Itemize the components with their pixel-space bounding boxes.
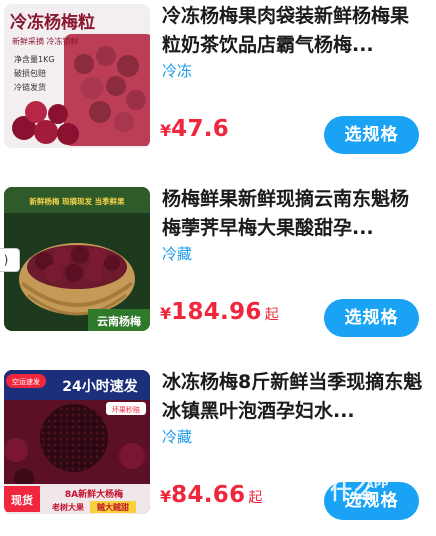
price-value: 47.6 xyxy=(171,116,230,142)
storage-tag: 冷冻 xyxy=(162,62,193,80)
image-heading: 冷冻杨梅粒 xyxy=(10,12,95,33)
fresh-bayberry-basket-image: 新鲜杨梅 现摘现发 当季鲜果 云南杨梅 xyxy=(4,187,150,331)
product-image[interactable]: 冷冻杨梅粒 新鲜采摘 冷冻锁鲜 净含量1KG 破损包赔 冷链发货 xyxy=(4,4,150,148)
image-bullet: 净含量1KG xyxy=(14,54,55,64)
price-suffix: 起 xyxy=(264,307,279,323)
select-spec-button[interactable]: 选规格 xyxy=(324,299,419,337)
image-bullet: 冷链发货 xyxy=(14,82,46,92)
product-list: 冷冻杨梅粒 新鲜采摘 冷冻锁鲜 净含量1KG 破损包赔 冷链发货 冷冻杨梅果肉袋… xyxy=(0,0,436,536)
product-card[interactable]: 冷冻杨梅粒 新鲜采摘 冷冻锁鲜 净含量1KG 破损包赔 冷链发货 冷冻杨梅果肉袋… xyxy=(0,0,436,160)
image-headline: 24小时速发 xyxy=(62,378,138,395)
image-badge: 空运速发 xyxy=(12,377,40,386)
price-value: 184.96 xyxy=(171,299,262,325)
product-title[interactable]: 杨梅鲜果新鲜现摘云南东魁杨梅荸荠早梅大果酸甜孕... xyxy=(162,185,424,243)
product-card[interactable]: 新鲜杨梅 现摘现发 当季鲜果 云南杨梅 杨梅鲜果新鲜现摘云南东魁杨梅荸荠早梅大果… xyxy=(0,183,436,343)
product-image[interactable]: 空运速发 24小时速发 坏果秒赔 现货 8A新鲜大杨梅 老树大果 贼大贼甜 xyxy=(4,370,150,514)
image-stock: 现货 xyxy=(11,493,33,507)
select-spec-button[interactable]: 选规格 xyxy=(324,116,419,154)
product-image[interactable]: 新鲜杨梅 现摘现发 当季鲜果 云南杨梅 xyxy=(4,187,150,331)
storage-tag: 冷藏 xyxy=(162,245,193,263)
currency-symbol: ¥ xyxy=(160,304,172,323)
image-banner: 新鲜杨梅 现摘现发 当季鲜果 xyxy=(29,196,125,206)
image-line2b: 贼大贼甜 xyxy=(96,502,129,512)
image-corner-label: 云南杨梅 xyxy=(97,314,141,328)
product-price: ¥184.96 起 xyxy=(160,299,279,325)
price-suffix: 起 xyxy=(248,490,263,506)
product-title[interactable]: 冷冻杨梅果肉袋装新鲜杨梅果粒奶茶饮品店霸气杨梅... xyxy=(162,2,424,60)
price-value: 84.66 xyxy=(171,482,246,508)
image-line2a: 老树大果 xyxy=(51,502,84,512)
edge-popup[interactable]: ) xyxy=(0,248,20,272)
product-price: ¥84.66 起 xyxy=(160,482,262,508)
frozen-bayberry-image: 冷冻杨梅粒 新鲜采摘 冷冻锁鲜 净含量1KG 破损包赔 冷链发货 xyxy=(4,4,150,148)
currency-symbol: ¥ xyxy=(160,487,172,506)
image-sub: 坏果秒赔 xyxy=(112,405,140,414)
image-bullet: 破损包赔 xyxy=(14,68,46,78)
product-price: ¥47.6 xyxy=(160,116,232,142)
image-sub: 新鲜采摘 冷冻锁鲜 xyxy=(12,36,79,46)
iced-bayberry-image: 空运速发 24小时速发 坏果秒赔 现货 8A新鲜大杨梅 老树大果 贼大贼甜 xyxy=(4,370,150,514)
product-title[interactable]: 冰冻杨梅8斤新鲜当季现摘东魁冰镇黑叶泡酒孕妇水... xyxy=(162,368,424,426)
app-watermark: 什么 APP xyxy=(326,472,414,516)
currency-symbol: ¥ xyxy=(160,121,172,140)
watermark-app-text: APP xyxy=(366,480,389,491)
image-line1: 8A新鲜大杨梅 xyxy=(65,488,123,500)
storage-tag: 冷藏 xyxy=(162,428,193,446)
